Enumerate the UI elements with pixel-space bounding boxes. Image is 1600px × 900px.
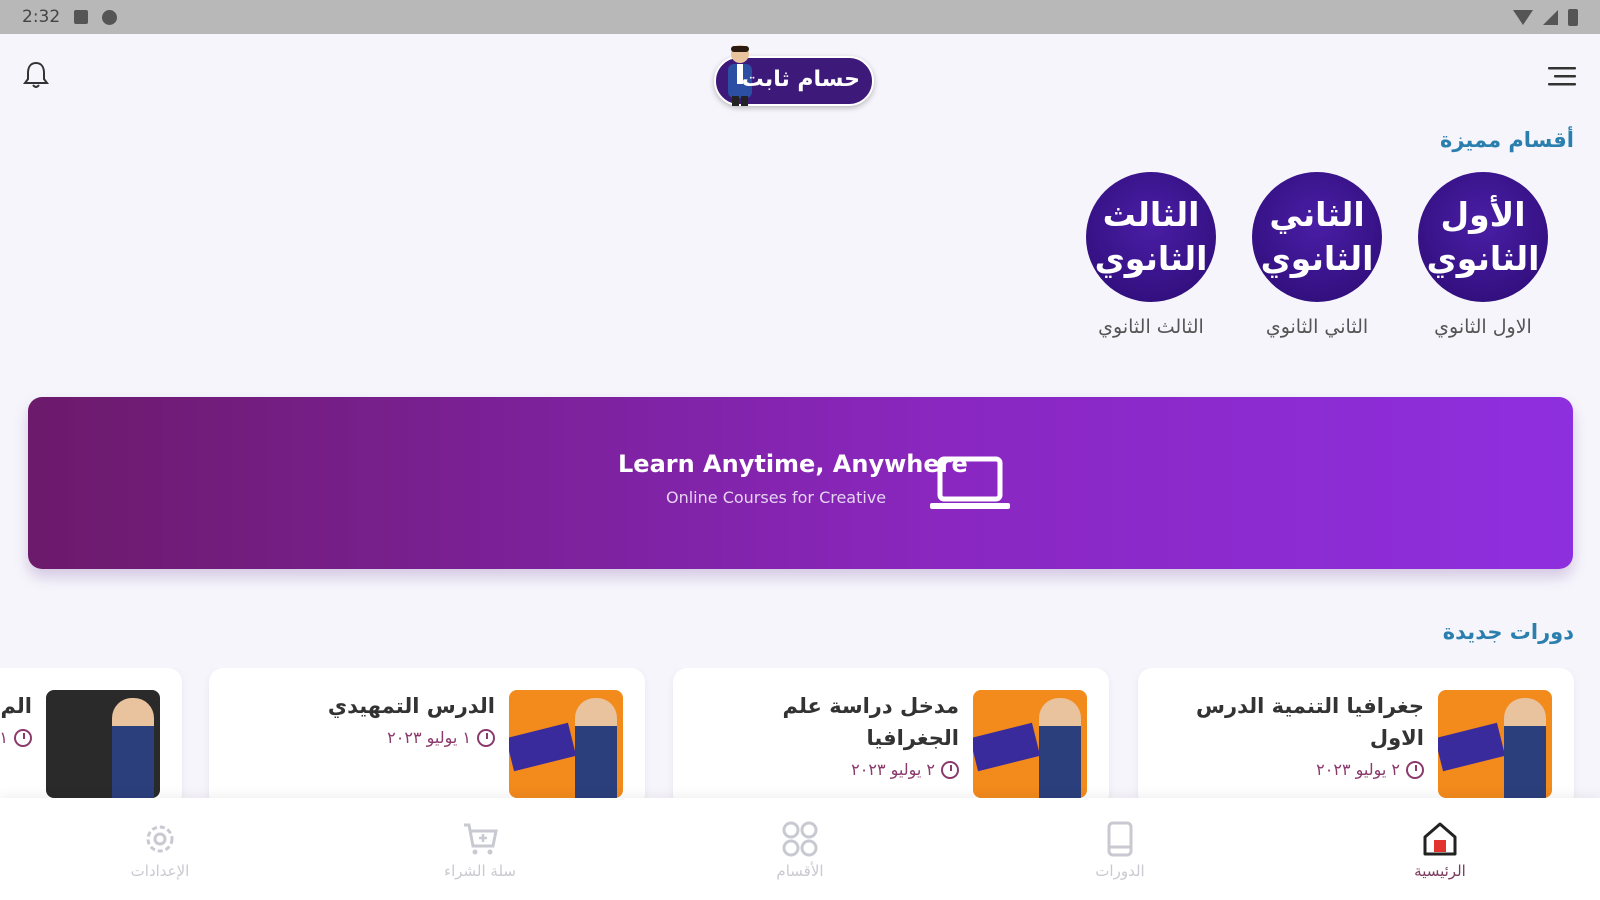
app-header: حسام ثابت — [0, 34, 1600, 120]
category-circle-line1: الأول — [1440, 195, 1526, 234]
book-icon — [1107, 821, 1133, 857]
category-circle: الأول الثانوي — [1418, 172, 1548, 302]
course-date-text: ١ — [0, 728, 8, 747]
featured-section-title: أقسام مميزة — [1439, 128, 1574, 152]
banner-subtitle: Online Courses for Creative — [666, 488, 887, 507]
course-date-text: ٢ يوليو ٢٠٢٣ — [851, 760, 935, 779]
clock-icon — [14, 728, 32, 747]
nav-courses[interactable]: الدورات — [960, 798, 1280, 900]
logo-text: حسام ثابت — [741, 67, 860, 92]
promo-banner[interactable]: Learn Anytime, Anywhere Online Courses f… — [28, 397, 1573, 569]
laptop-icon — [930, 456, 1010, 509]
status-time: 2:32 — [22, 7, 61, 27]
category-circle: الثالث الثانوي — [1086, 172, 1216, 302]
category-circle-line2: الثانوي — [1260, 239, 1374, 278]
banner-title: Learn Anytime, Anywhere — [618, 450, 968, 478]
nav-label: الرئيسية — [1414, 862, 1466, 880]
grid-icon — [782, 821, 818, 857]
category-circle-line2: الثانوي — [1426, 239, 1540, 278]
category-third-secondary[interactable]: الثالث الثانوي الثالث الثانوي — [1086, 172, 1216, 338]
category-label: الاول الثانوي — [1434, 316, 1532, 338]
cart-icon — [464, 823, 498, 855]
course-thumbnail — [46, 690, 160, 798]
app-logo: حسام ثابت — [714, 45, 874, 106]
course-date: ٢ يوليو ٢٠٢٣ — [1316, 760, 1424, 779]
category-circle-line1: الثاني — [1269, 195, 1365, 234]
course-card[interactable]: جغرافيا التنمية الدرس الاول ٢ يوليو ٢٠٢٣ — [1138, 668, 1574, 798]
new-courses-title: دورات جديدة — [1442, 620, 1574, 644]
course-thumbnail — [973, 690, 1087, 798]
course-title: الم — [0, 694, 32, 718]
course-date: ١ — [0, 728, 32, 747]
status-bar: 2:32 — [0, 0, 1600, 34]
battery-icon — [1568, 8, 1578, 26]
course-date: ٢ يوليو ٢٠٢٣ — [851, 760, 959, 779]
nav-home[interactable]: الرئيسية — [1280, 798, 1600, 900]
course-card[interactable]: الم ١ — [0, 668, 182, 798]
featured-categories: الأول الثانوي الاول الثانوي الثاني الثان… — [1086, 172, 1548, 338]
signal-icon — [1543, 9, 1558, 25]
nav-label: الأقسام — [776, 862, 824, 880]
category-label: الثالث الثانوي — [1098, 316, 1204, 338]
course-thumbnail — [1438, 690, 1552, 798]
nav-cart[interactable]: سلة الشراء — [320, 798, 640, 900]
bell-icon[interactable] — [22, 60, 50, 90]
nav-label: الدورات — [1095, 862, 1145, 880]
course-thumbnail — [509, 690, 623, 798]
category-first-secondary[interactable]: الأول الثانوي الاول الثانوي — [1418, 172, 1548, 338]
menu-icon[interactable] — [1546, 64, 1578, 90]
category-label: الثاني الثانوي — [1265, 316, 1369, 338]
course-card[interactable]: الدرس التمهيدي ١ يوليو ٢٠٢٣ — [209, 668, 645, 798]
wifi-icon — [1513, 9, 1533, 25]
course-date: ١ يوليو ٢٠٢٣ — [387, 728, 495, 747]
category-circle-line1: الثالث — [1102, 195, 1200, 234]
notification-icon — [74, 10, 89, 24]
course-title: الدرس التمهيدي — [327, 694, 495, 718]
category-second-secondary[interactable]: الثاني الثانوي الثاني الثانوي — [1252, 172, 1382, 338]
clock-icon — [477, 728, 495, 747]
course-title: جغرافيا التنمية الدرس الاول — [1196, 694, 1424, 750]
bottom-nav: الإعدادات سلة الشراء الأقسام الدورات الر… — [0, 798, 1600, 900]
nav-label: سلة الشراء — [444, 862, 516, 880]
nav-categories[interactable]: الأقسام — [640, 798, 960, 900]
courses-carousel[interactable]: جغرافيا التنمية الدرس الاول ٢ يوليو ٢٠٢٣… — [0, 668, 1600, 798]
clock-icon — [941, 760, 959, 779]
gear-icon — [146, 825, 174, 853]
home-icon — [1423, 822, 1457, 856]
sync-icon — [102, 9, 118, 25]
nav-settings[interactable]: الإعدادات — [0, 798, 320, 900]
course-card[interactable]: مدخل دراسة علم الجغرافيا ٢ يوليو ٢٠٢٣ — [673, 668, 1109, 798]
course-date-text: ٢ يوليو ٢٠٢٣ — [1316, 760, 1400, 779]
course-date-text: ١ يوليو ٢٠٢٣ — [387, 728, 471, 747]
category-circle: الثاني الثانوي — [1252, 172, 1382, 302]
category-circle-line2: الثانوي — [1094, 239, 1208, 278]
course-title: مدخل دراسة علم الجغرافيا — [782, 694, 959, 750]
nav-label: الإعدادات — [130, 862, 190, 880]
clock-icon — [1406, 760, 1424, 779]
